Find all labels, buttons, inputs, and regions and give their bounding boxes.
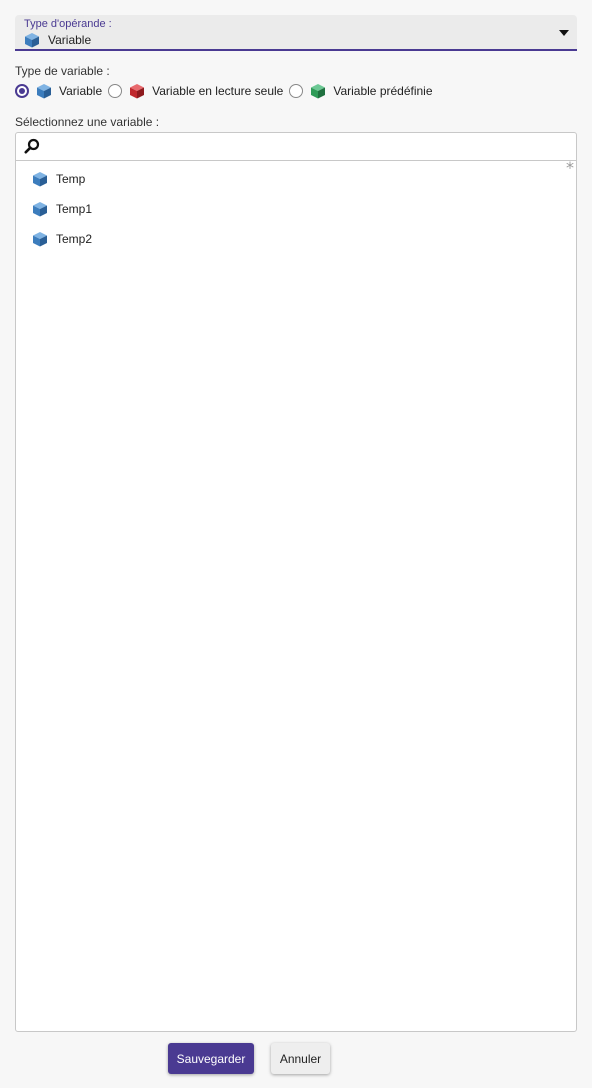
radio-option-predefined-variable[interactable]: Variable prédéfinie <box>289 82 433 100</box>
operand-type-label: Type d'opérande : <box>24 18 112 30</box>
blue-cube-icon <box>33 172 47 187</box>
variable-list-item[interactable]: Temp2 <box>16 224 576 254</box>
select-variable-label: Sélectionnez une variable : <box>15 115 160 129</box>
radio-option-readonly-variable[interactable]: Variable en lecture seule <box>108 82 283 100</box>
cancel-button[interactable]: Annuler <box>271 1043 330 1074</box>
search-bar <box>16 133 576 161</box>
variable-name: Temp <box>56 172 86 186</box>
radio-label-variable: Variable <box>59 84 103 98</box>
variable-operand-dialog: Type d'opérande : Variable Type de varia… <box>0 0 592 1088</box>
radio-label-readonly-variable: Variable en lecture seule <box>152 84 284 98</box>
blue-cube-icon <box>25 33 39 48</box>
green-cube-icon <box>311 84 326 99</box>
variable-list-item[interactable]: Temp <box>16 164 576 194</box>
variable-type-label: Type de variable : <box>15 64 110 78</box>
variable-name: Temp1 <box>56 202 93 216</box>
operand-type-value: Variable <box>48 33 92 47</box>
save-button[interactable]: Sauvegarder <box>168 1043 254 1074</box>
operand-type-select[interactable]: Type d'opérande : Variable <box>15 15 577 51</box>
blue-cube-icon <box>33 232 47 247</box>
radio-button-variable[interactable] <box>15 84 29 98</box>
red-cube-icon <box>130 84 145 99</box>
search-input[interactable] <box>46 136 570 158</box>
blue-cube-icon <box>33 202 47 217</box>
chevron-down-icon <box>559 30 569 36</box>
variable-list-panel: * Temp Temp1 Temp2 <box>15 132 577 1032</box>
variable-list: Temp Temp1 Temp2 <box>16 164 576 254</box>
radio-label-predefined-variable: Variable prédéfinie <box>333 84 433 98</box>
blue-cube-icon <box>37 84 51 99</box>
radio-option-variable[interactable]: Variable <box>15 82 102 100</box>
search-icon <box>24 138 40 154</box>
variable-list-item[interactable]: Temp1 <box>16 194 576 224</box>
variable-type-radio-group: Variable Variable en lecture seule Varia… <box>15 82 439 100</box>
variable-name: Temp2 <box>56 232 93 246</box>
radio-button-predefined-variable[interactable] <box>289 84 304 98</box>
radio-button-readonly-variable[interactable] <box>108 84 123 98</box>
